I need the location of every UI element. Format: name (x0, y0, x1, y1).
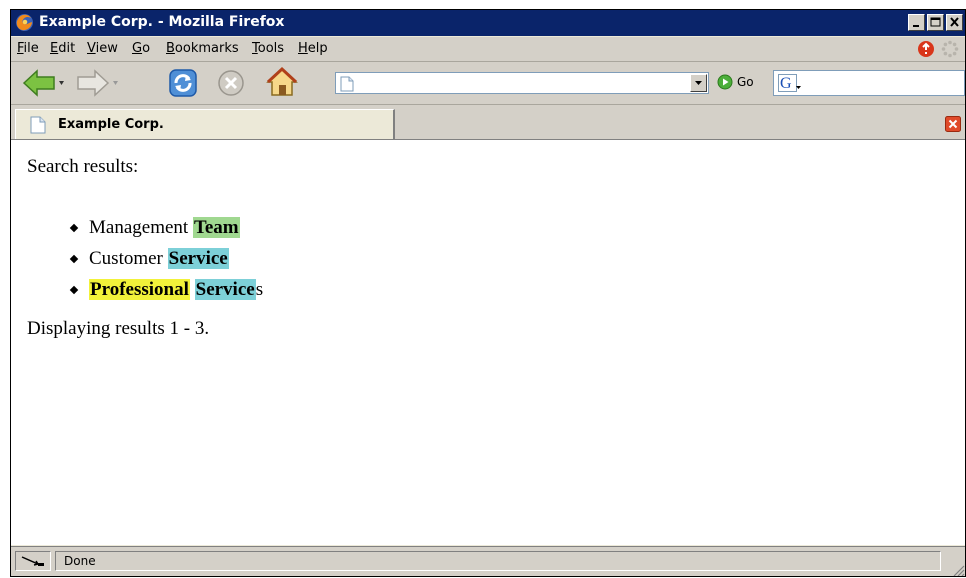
page-content: Search results: Management Team Customer … (11, 140, 965, 545)
result-text: Customer (89, 248, 168, 269)
search-input[interactable] (804, 74, 960, 92)
page-icon (30, 116, 46, 134)
highlighted-keyword: Service (167, 248, 229, 269)
reload-button[interactable] (167, 67, 199, 99)
browser-window: Example Corp. - Mozilla Firefox File Edi… (10, 9, 966, 577)
results-heading: Search results: (27, 156, 139, 177)
reload-icon (169, 69, 197, 97)
home-icon (266, 66, 298, 96)
page-icon (340, 76, 354, 92)
result-item[interactable]: Customer Service (69, 243, 263, 274)
minimize-icon (913, 25, 919, 27)
highlighted-keyword: Professional (89, 279, 190, 300)
dropdown-arrow-icon (695, 81, 702, 85)
menu-go[interactable]: Go (132, 41, 150, 56)
status-bar: Done (11, 546, 965, 577)
stop-icon (218, 70, 244, 96)
connection-icon (21, 556, 44, 566)
search-box[interactable]: G (773, 70, 965, 96)
menu-file[interactable]: File (17, 41, 39, 56)
close-button[interactable] (946, 14, 963, 31)
title-bar[interactable]: Example Corp. - Mozilla Firefox (11, 10, 965, 36)
back-button[interactable] (21, 68, 65, 98)
google-icon[interactable]: G (778, 74, 802, 92)
address-bar[interactable] (335, 72, 709, 94)
result-text: s (255, 279, 264, 300)
menu-edit[interactable]: Edit (50, 41, 75, 56)
tab-title: Example Corp. (58, 117, 164, 132)
result-item[interactable]: Professional Services (69, 274, 263, 305)
tab-example-corp[interactable]: Example Corp. (15, 109, 395, 139)
status-field: Done (55, 551, 941, 571)
minimize-button[interactable] (908, 14, 925, 31)
maximize-button[interactable] (927, 14, 944, 31)
result-text: Management (89, 217, 193, 238)
menu-view[interactable]: View (87, 41, 118, 56)
menu-tools[interactable]: Tools (252, 41, 284, 56)
forward-button[interactable] (75, 68, 119, 98)
result-text (190, 279, 195, 300)
home-button[interactable] (265, 66, 299, 98)
status-text: Done (64, 554, 96, 568)
tab-bar: Example Corp. (11, 105, 965, 140)
window-title: Example Corp. - Mozilla Firefox (39, 14, 285, 30)
url-dropdown-button[interactable] (690, 74, 707, 92)
resize-grip-icon[interactable] (949, 561, 965, 577)
menu-bar: File Edit View Go Bookmarks Tools Help (11, 37, 965, 62)
result-item[interactable]: Management Team (69, 212, 263, 243)
tab-close-icon[interactable] (945, 116, 961, 132)
connection-status (15, 551, 51, 571)
navigation-toolbar: Go G (11, 62, 965, 105)
back-arrow-icon (22, 69, 64, 97)
menu-bookmarks[interactable]: Bookmarks (166, 41, 239, 56)
stop-button[interactable] (216, 68, 246, 98)
forward-arrow-icon (77, 69, 118, 97)
close-icon (950, 17, 959, 27)
url-input[interactable] (362, 74, 682, 92)
svg-text:G: G (780, 75, 792, 92)
menu-help[interactable]: Help (298, 41, 328, 56)
results-summary: Displaying results 1 - 3. (27, 318, 210, 339)
go-button[interactable]: Go (737, 75, 754, 89)
throbber-icon (941, 40, 959, 58)
results-list: Management Team Customer Service Professio… (69, 212, 263, 305)
go-icon[interactable] (717, 74, 733, 90)
alert-icon[interactable] (917, 40, 935, 58)
maximize-icon (930, 17, 941, 27)
highlighted-keyword: Service (194, 279, 256, 300)
highlighted-keyword: Team (192, 217, 240, 238)
firefox-logo-icon (16, 14, 33, 31)
